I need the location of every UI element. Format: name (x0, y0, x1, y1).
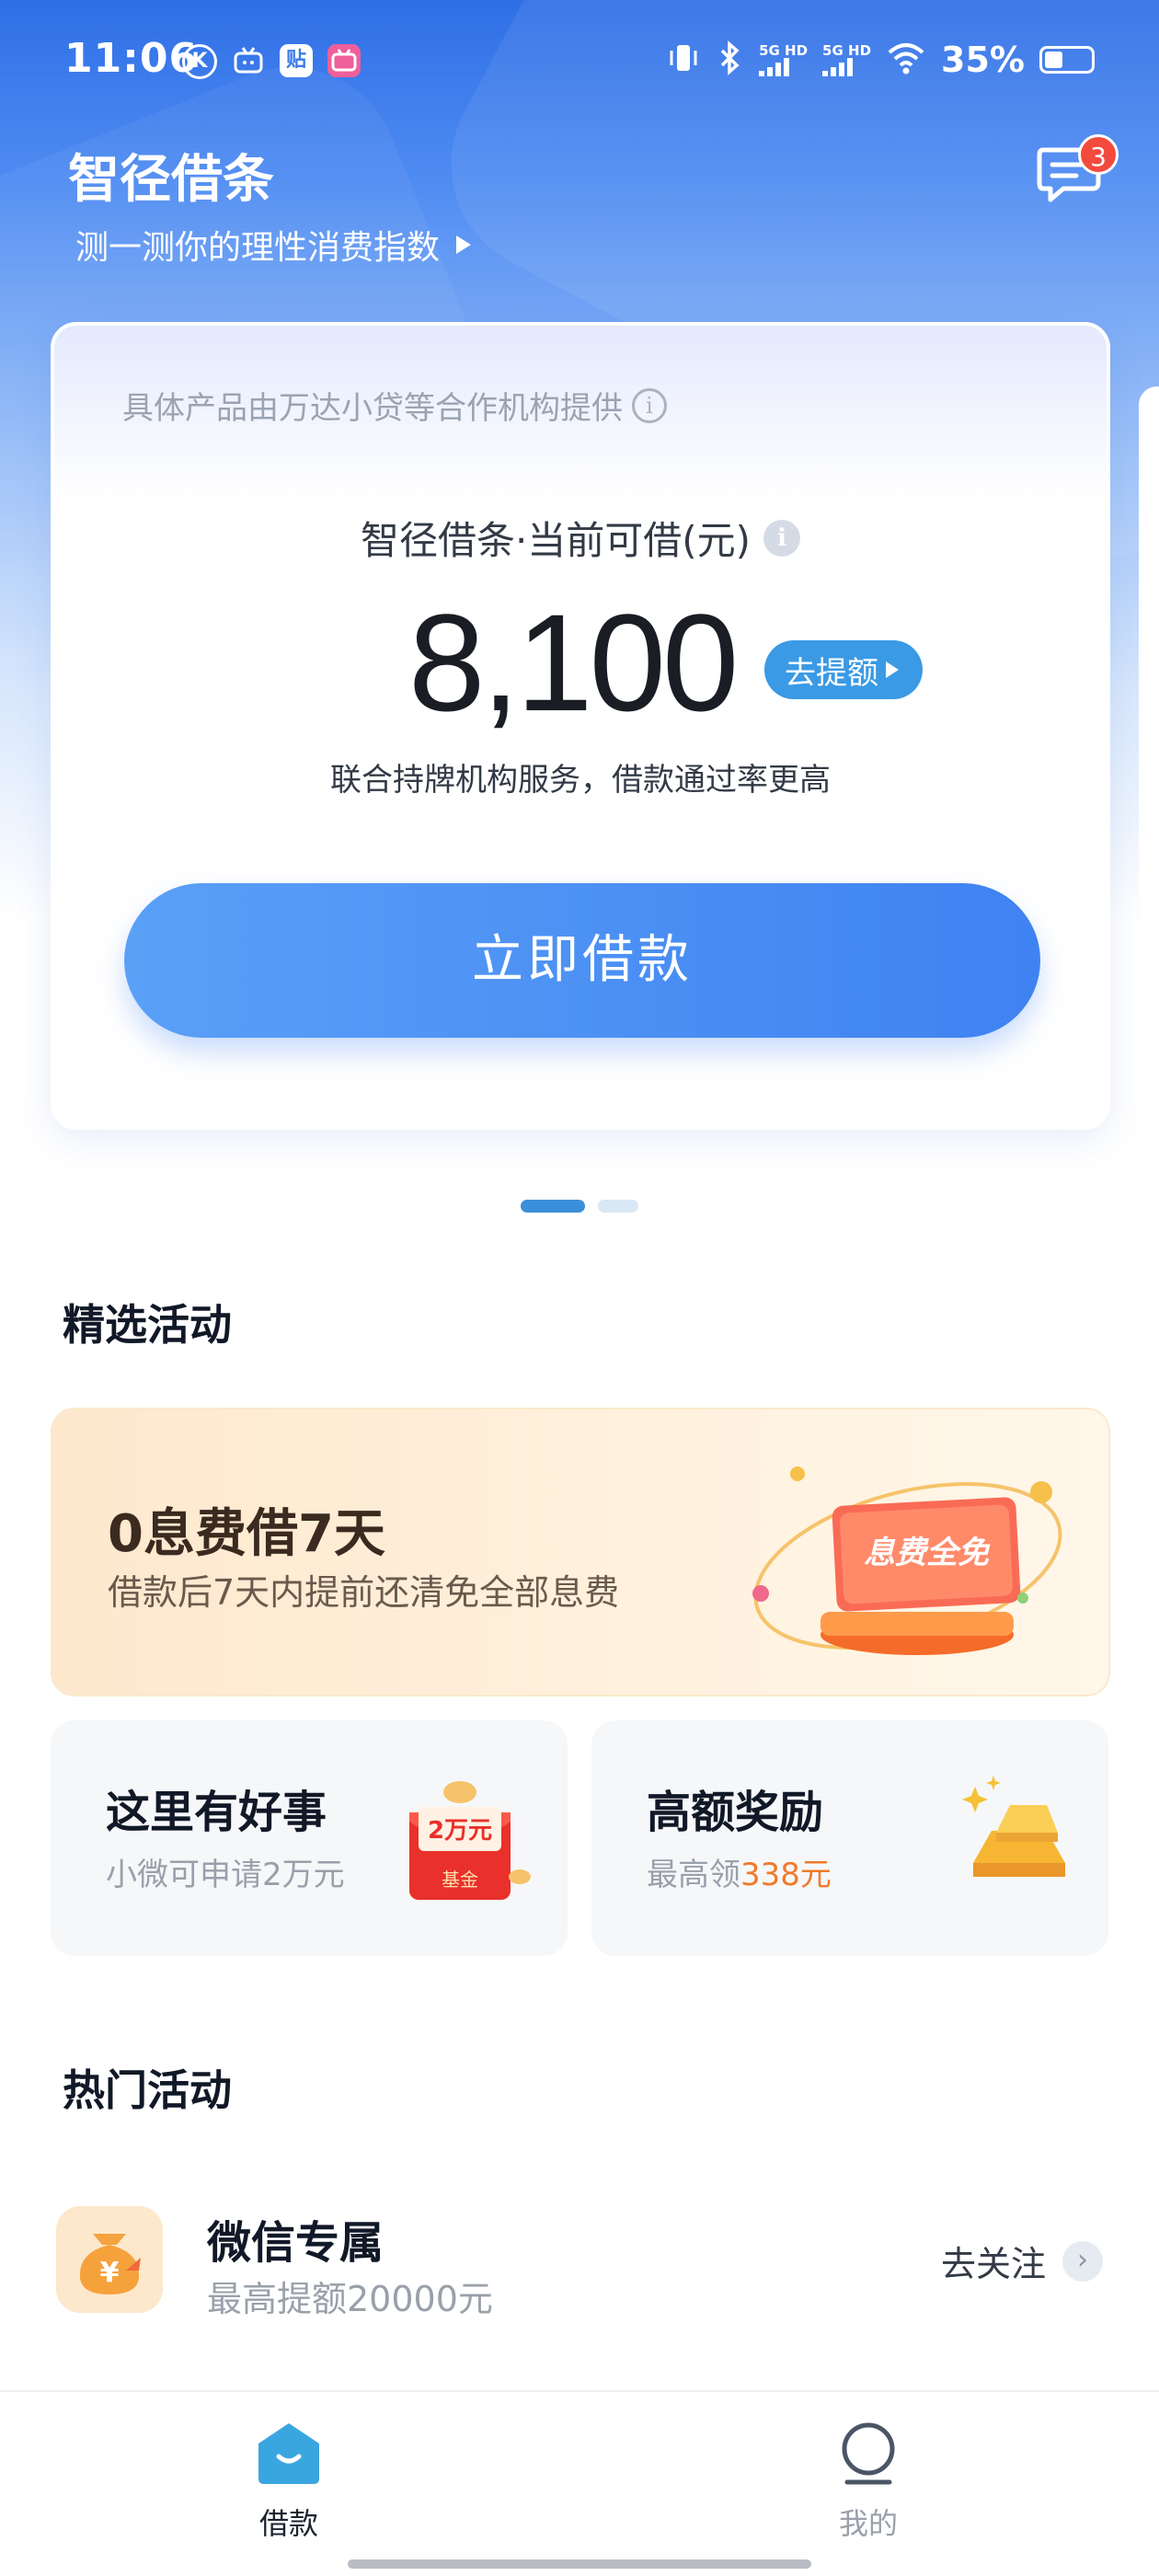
available-amount: 8,100 (408, 585, 739, 740)
play-arrow-icon (886, 661, 899, 678)
bluetooth-icon (717, 40, 744, 80)
message-badge: 3 (1078, 134, 1119, 175)
card-desc: 小微可申请2万元 (106, 1857, 345, 1893)
bottom-tab-bar: 借款 我的 (0, 2390, 1159, 2576)
profile-icon (842, 2422, 895, 2485)
battery-percent: 35% (941, 40, 1025, 80)
subtitle-text: 测一测你的理性消费指数 (75, 229, 441, 267)
borrow-now-button[interactable]: 立即借款 (124, 883, 1040, 1038)
zero-fee-banner[interactable]: 0息费借7天 借款后7天内提前还清免全部息费 息费全免 (51, 1408, 1110, 1696)
gold-bar-icon (962, 1776, 1065, 1877)
svg-text:基金: 基金 (442, 1869, 478, 1891)
fee-free-art-text: 息费全免 (864, 1535, 991, 1571)
tab-borrow[interactable]: 借款 (197, 2420, 381, 2543)
available-label: 智径借条·当前可借(元) i (54, 510, 1107, 566)
kuaishou-app-icon: K (182, 44, 217, 79)
tieba-app-icon: 贴 (280, 44, 313, 77)
wechat-exclusive-item[interactable]: ¥ 微信专属 最高提额20000元 去关注 › (51, 2199, 1110, 2319)
raise-limit-button[interactable]: 去提额 (764, 640, 923, 699)
bilibili-app-icon (327, 44, 361, 77)
svg-text:¥: ¥ (100, 2257, 120, 2289)
loan-card: 具体产品由万达小贷等合作机构提供 i 智径借条·当前可借(元) i 8,100 … (51, 322, 1110, 1130)
signal-indicator: 5G HD (759, 43, 808, 76)
banner-desc: 借款后7天内提前还清免全部息费 (108, 1572, 620, 1613)
consumption-index-link[interactable]: 测一测你的理性消费指数 (75, 221, 472, 269)
home-indicator[interactable] (348, 2559, 811, 2569)
svg-text:2万元: 2万元 (428, 1817, 492, 1845)
reward-amount: 338元 (740, 1857, 832, 1893)
follow-button[interactable]: 去关注 › (941, 2236, 1103, 2286)
battery-icon (1039, 46, 1095, 74)
status-bar: 11:06 K 贴 5G HD 5G HD 35% (0, 0, 1159, 120)
carousel-dot-active (521, 1200, 585, 1213)
play-arrow-icon (456, 236, 472, 254)
status-right: 5G HD 5G HD 35% (665, 37, 1095, 83)
next-card-peek[interactable] (1139, 386, 1159, 1067)
item-desc: 最高提额20000元 (207, 2279, 493, 2319)
money-bag-icon: ¥ (56, 2206, 163, 2313)
card-desc: 最高领338元 (647, 1857, 832, 1893)
hot-section-title: 热门活动 (63, 2065, 232, 2115)
good-news-card[interactable]: 这里有好事 小微可申请2万元 2万元 基金 (51, 1720, 568, 1956)
tv-app-icon (232, 44, 265, 77)
high-reward-card[interactable]: 高额奖励 最高领338元 (591, 1720, 1108, 1956)
app-title: 智径借条 (68, 150, 274, 210)
tab-mine[interactable]: 我的 (776, 2420, 960, 2543)
featured-section-title: 精选活动 (63, 1300, 232, 1350)
signal-indicator: 5G HD (822, 43, 871, 76)
approval-note: 联合持牌机构服务，借款通过率更高 (330, 762, 831, 799)
tab-label: 我的 (838, 2506, 898, 2541)
provider-note: 具体产品由万达小贷等合作机构提供 i (122, 383, 667, 428)
home-house-icon (258, 2423, 319, 2484)
info-icon[interactable]: i (763, 519, 801, 557)
chevron-right-icon: › (1062, 2240, 1103, 2282)
card-title: 高额奖励 (647, 1787, 824, 1838)
red-envelope-icon: 2万元 基金 (409, 1781, 531, 1900)
carousel-dot (598, 1200, 638, 1213)
fee-free-illustration: 息费全免 (733, 1437, 1083, 1676)
item-title: 微信专属 (207, 2217, 384, 2269)
card-title: 这里有好事 (106, 1787, 327, 1838)
status-time: 11:06 (64, 35, 199, 82)
carousel-indicator (521, 1200, 638, 1213)
wifi-icon (886, 40, 926, 80)
vibrate-icon (665, 40, 702, 80)
info-icon[interactable]: i (632, 387, 667, 423)
tab-label: 借款 (258, 2506, 318, 2541)
banner-title: 0息费借7天 (108, 1504, 385, 1564)
